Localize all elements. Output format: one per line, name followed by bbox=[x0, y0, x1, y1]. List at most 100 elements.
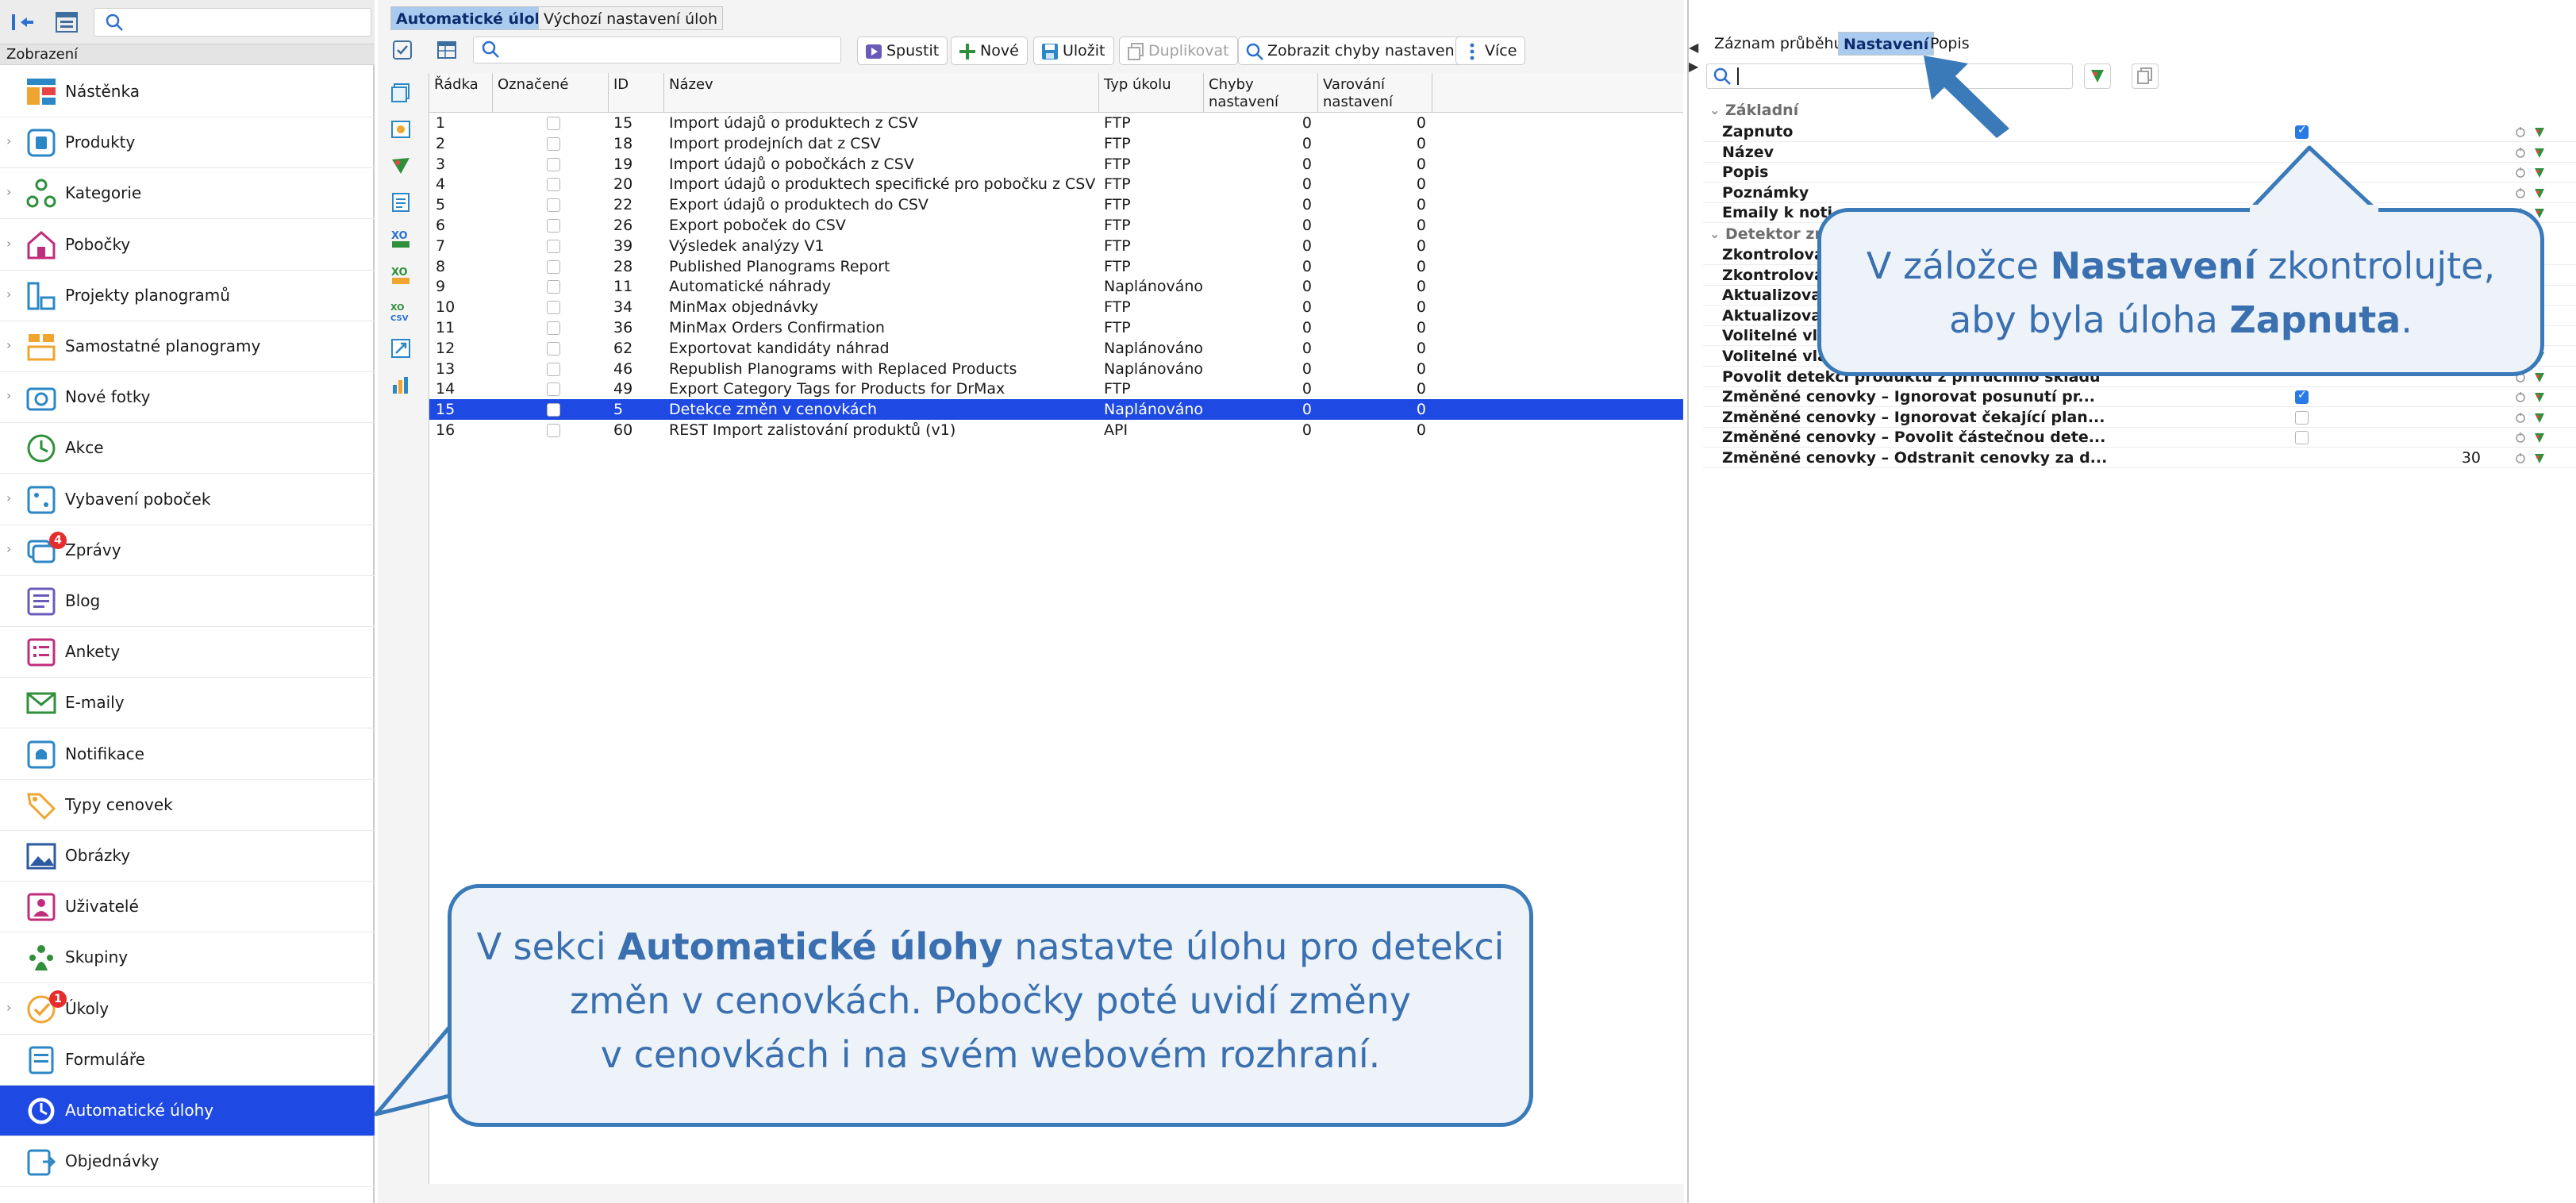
run-button[interactable]: Spustit bbox=[857, 37, 948, 65]
property-row[interactable]: Poznámky bbox=[1703, 183, 2576, 203]
reset-icon[interactable] bbox=[2514, 452, 2527, 465]
sidebar-item[interactable]: › 1 Úkoly bbox=[0, 984, 375, 1035]
table-row[interactable]: 1 15 Import údajů o produktech z CSV FTP 0 0 bbox=[429, 113, 1683, 133]
chevron-right-icon[interactable]: › bbox=[6, 184, 11, 199]
sidebar-item[interactable]: Automatické úlohy bbox=[0, 1086, 375, 1136]
reset-icon[interactable] bbox=[2514, 167, 2527, 179]
view-settings-icon[interactable] bbox=[52, 8, 81, 37]
property-checkbox[interactable] bbox=[2295, 431, 2309, 445]
chevron-right-icon[interactable]: › bbox=[6, 286, 11, 302]
chevron-right-icon[interactable]: › bbox=[6, 388, 11, 403]
table-search-input[interactable] bbox=[473, 37, 841, 63]
chevron-right-icon[interactable]: › bbox=[6, 490, 11, 505]
flag-icon[interactable] bbox=[2533, 371, 2546, 384]
property-value[interactable]: 30 bbox=[2219, 448, 2536, 468]
collapse-sidebar-icon[interactable] bbox=[8, 8, 37, 37]
save-button[interactable]: Uložit bbox=[1033, 37, 1114, 65]
table-row[interactable]: 12 62 Exportovat kandidáty náhrad Naplánová… bbox=[429, 338, 1683, 359]
xo-export-icon[interactable]: XO bbox=[389, 263, 413, 287]
chevron-right-icon[interactable]: › bbox=[6, 133, 11, 148]
marked-checkbox[interactable] bbox=[547, 341, 560, 356]
marked-checkbox[interactable] bbox=[547, 424, 560, 437]
sidebar-item[interactable]: Formuláře bbox=[0, 1035, 375, 1086]
column-warnings[interactable]: Varování nastavení bbox=[1318, 73, 1432, 113]
marked-checkbox[interactable] bbox=[547, 157, 560, 171]
chevron-right-icon[interactable]: › bbox=[6, 236, 11, 251]
chevron-right-icon[interactable]: › bbox=[6, 541, 11, 556]
tab-progress-log[interactable]: Záznam průběhu bbox=[1709, 32, 1848, 56]
table-row[interactable]: 13 46 Republish Planograms with Replaced P… bbox=[429, 359, 1683, 379]
marked-checkbox[interactable] bbox=[547, 219, 560, 233]
sidebar-item[interactable]: › Pobočky bbox=[0, 220, 375, 271]
copy-settings-icon[interactable] bbox=[2132, 63, 2159, 89]
table-row[interactable]: 3 19 Import údajů o pobočkách z CSV FTP 0 0 bbox=[429, 154, 1683, 175]
flag-icon[interactable] bbox=[2533, 187, 2546, 200]
property-row[interactable]: Změněné cenovky – Ignorovat posunutí pr.… bbox=[1703, 386, 2576, 408]
sidebar-item[interactable]: E-maily bbox=[0, 678, 375, 729]
xo-import-icon[interactable]: XO bbox=[389, 227, 413, 251]
collapse-left-icon[interactable]: ◀ bbox=[1689, 40, 1698, 55]
sidebar-item[interactable]: Skupiny bbox=[0, 932, 375, 984]
marked-checkbox[interactable] bbox=[547, 259, 560, 274]
more-button[interactable]: Více bbox=[1455, 37, 1526, 65]
property-checkbox[interactable] bbox=[2295, 389, 2309, 405]
table-settings-icon[interactable] bbox=[435, 38, 459, 62]
sidebar-item[interactable]: › Kategorie bbox=[0, 168, 375, 220]
property-row[interactable]: Název bbox=[1703, 142, 2576, 163]
list-task-icon[interactable] bbox=[389, 190, 413, 214]
flag-icon[interactable] bbox=[2533, 391, 2546, 404]
reset-icon[interactable] bbox=[2514, 147, 2527, 160]
flag-icon[interactable] bbox=[2533, 412, 2546, 425]
sidebar-item[interactable]: › 4 Zprávy bbox=[0, 525, 375, 576]
expand-right-icon[interactable]: ▶ bbox=[1689, 59, 1698, 74]
tab-automatic-tasks[interactable]: Automatické úlohy bbox=[390, 6, 561, 30]
table-row[interactable]: 11 36 MinMax Orders Confirmation FTP 0 0 bbox=[429, 317, 1683, 338]
marked-checkbox[interactable] bbox=[547, 321, 560, 335]
sidebar-item[interactable]: Akce bbox=[0, 423, 375, 475]
new-button[interactable]: Nové bbox=[951, 37, 1028, 65]
report-chart-icon[interactable] bbox=[389, 373, 413, 397]
table-row[interactable]: 6 26 Export poboček do CSV FTP 0 0 bbox=[429, 215, 1683, 236]
sidebar-item[interactable]: › Produkty bbox=[0, 117, 375, 169]
sidebar-item[interactable]: Typy cenovek bbox=[0, 780, 375, 831]
property-row[interactable]: Změněné cenovky – Ignorovat čekající pla… bbox=[1703, 407, 2576, 428]
marked-checkbox[interactable] bbox=[547, 198, 560, 213]
sidebar-item[interactable]: Ankety bbox=[0, 627, 375, 678]
sidebar-item[interactable]: Blog bbox=[0, 576, 375, 627]
chevron-right-icon[interactable]: › bbox=[6, 1000, 11, 1015]
reset-icon[interactable] bbox=[2514, 126, 2527, 139]
sidebar-item[interactable]: › Nové fotky bbox=[0, 372, 375, 424]
marked-checkbox[interactable] bbox=[547, 280, 560, 294]
chevron-right-icon[interactable]: › bbox=[6, 337, 11, 352]
flag-icon[interactable] bbox=[2533, 126, 2546, 139]
column-type[interactable]: Typ úkolu bbox=[1099, 73, 1204, 113]
csv-icon[interactable]: XO CSV bbox=[389, 300, 413, 324]
settings-search-input[interactable] bbox=[1706, 63, 2073, 89]
flag-icon[interactable] bbox=[2533, 147, 2546, 160]
filter-flag-icon[interactable] bbox=[2084, 63, 2111, 89]
flag-icon[interactable] bbox=[2533, 452, 2546, 465]
table-row[interactable]: 9 11 Automatické náhrady Naplánováno 0 0 bbox=[429, 276, 1683, 297]
column-errors[interactable]: Chyby nastavení bbox=[1204, 73, 1318, 113]
table-row[interactable]: 2 18 Import prodejních dat z CSV FTP 0 0 bbox=[429, 133, 1683, 154]
tab-default-task-settings[interactable]: Výchozí nastavení úloh bbox=[538, 6, 724, 30]
planogram-task-icon[interactable] bbox=[389, 154, 413, 178]
table-row[interactable]: 15 5 Detekce změn v cenovkách Naplánováno 0 0 bbox=[429, 399, 1683, 421]
property-row[interactable]: Změněné cenovky – Odstranit cenovky za d… bbox=[1703, 448, 2576, 468]
property-row[interactable]: Změněné cenovky – Povolit částečnou dete… bbox=[1703, 427, 2576, 448]
marked-checkbox[interactable] bbox=[547, 136, 560, 151]
duplicate-button[interactable]: Duplikovat bbox=[1119, 37, 1238, 65]
sidebar-item[interactable]: Nástěnka bbox=[0, 67, 375, 117]
reset-icon[interactable] bbox=[2514, 432, 2527, 444]
marked-checkbox[interactable] bbox=[547, 301, 560, 315]
property-row[interactable]: Zapnuto bbox=[1703, 121, 2576, 142]
sidebar-item[interactable]: Objednávky bbox=[0, 1136, 375, 1188]
table-row[interactable]: 5 22 Export údajů o produktech do CSV FTP 0 0 bbox=[429, 194, 1683, 215]
sidebar-item[interactable]: Uživatelé bbox=[0, 882, 375, 933]
sidebar-item[interactable]: › Samostatné planogramy bbox=[0, 321, 375, 372]
sidebar-item[interactable]: Obrázky bbox=[0, 831, 375, 882]
table-row[interactable]: 7 39 Výsledek analýzy V1 FTP 0 0 bbox=[429, 236, 1683, 256]
property-row[interactable]: Popis bbox=[1703, 162, 2576, 183]
scheduled-task-icon[interactable] bbox=[389, 117, 413, 141]
table-row[interactable]: 14 49 Export Category Tags for Products fo… bbox=[429, 379, 1683, 399]
